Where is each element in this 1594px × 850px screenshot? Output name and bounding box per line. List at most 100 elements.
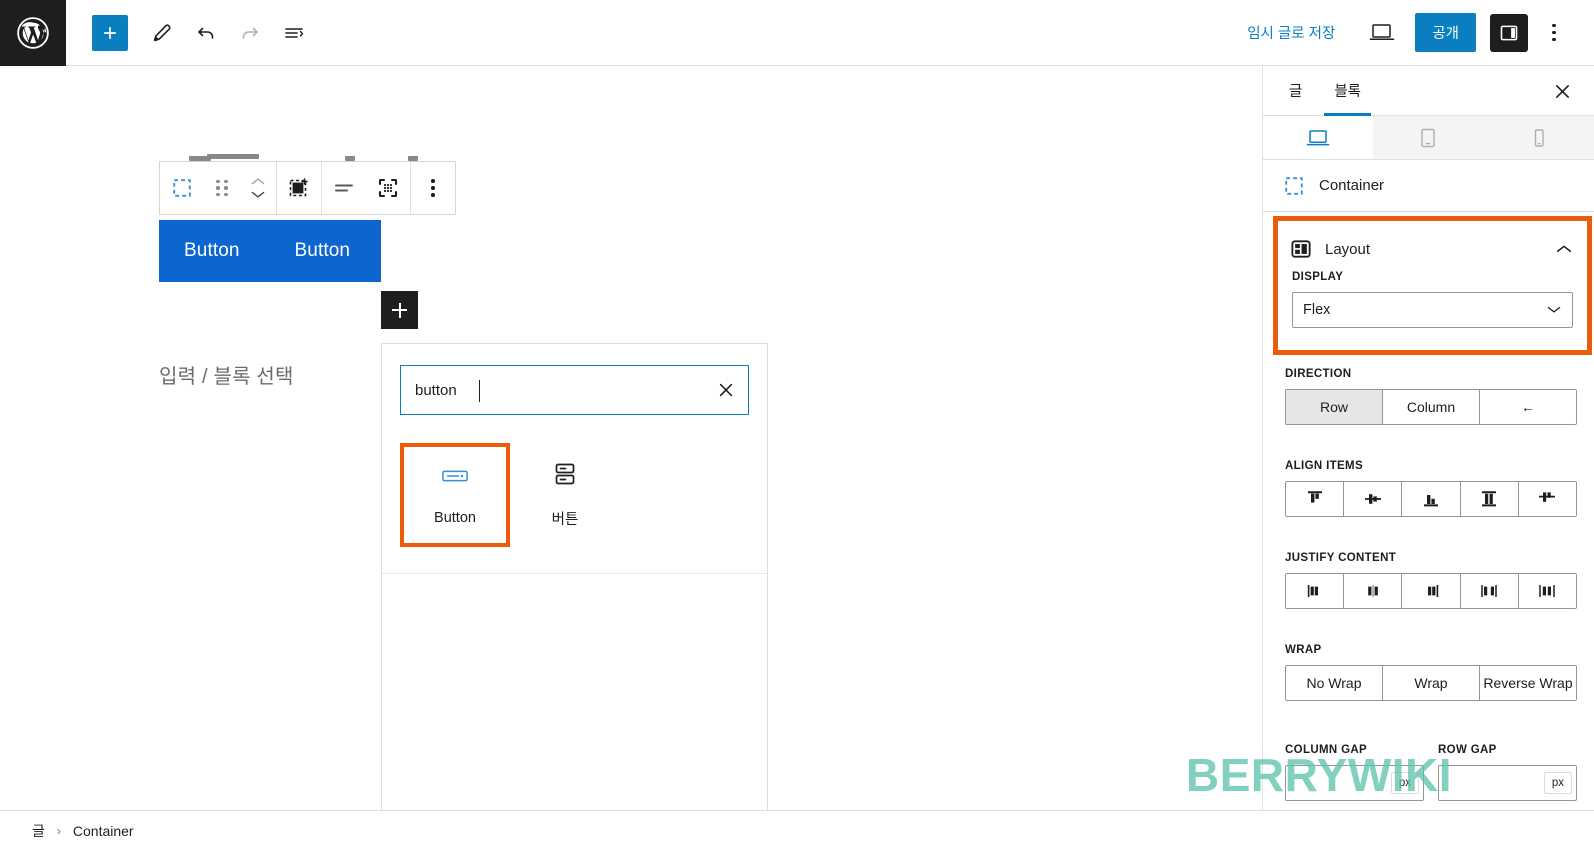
settings-sidebar: 글 블록 Container Layout DISPLAY Flex DIREC… — [1262, 66, 1594, 810]
vertical-dots-icon — [1552, 23, 1556, 42]
mobile-icon — [1534, 128, 1544, 147]
inserter-result-buttons[interactable]: 버튼 — [510, 443, 620, 547]
sidebar-tabs: 글 블록 — [1263, 66, 1594, 116]
vertical-dots-icon — [431, 179, 435, 197]
wrap-option-reverse-wrap[interactable]: Reverse Wrap — [1480, 666, 1576, 700]
desktop-icon — [1306, 129, 1330, 145]
justify-content-segmented-control[interactable] — [1285, 573, 1577, 609]
breadcrumb-item-post[interactable]: 글 — [26, 817, 51, 845]
laptop-preview-icon[interactable] — [1359, 13, 1405, 53]
align-baseline-option[interactable] — [1518, 482, 1576, 516]
dotted-spacing-icon[interactable] — [366, 162, 410, 214]
close-x-icon — [1555, 84, 1569, 98]
block-toolbar-group-1 — [160, 162, 277, 214]
device-tab-desktop[interactable] — [1263, 116, 1374, 159]
save-draft-button[interactable]: 임시 글로 저장 — [1237, 16, 1345, 49]
drag-dots-icon — [216, 179, 228, 197]
justify-flex-start-option[interactable] — [1286, 574, 1345, 608]
block-appender-button[interactable] — [381, 291, 418, 329]
direction-option-row[interactable]: Row — [1286, 390, 1383, 424]
breadcrumb-item-container[interactable]: Container — [67, 819, 140, 843]
move-block-arrows[interactable] — [240, 162, 276, 214]
editor-canvas[interactable]: Button Button 입력 / 블록 선택 button Button 버… — [0, 66, 1262, 810]
paragraph-placeholder[interactable]: 입력 / 블록 선택 — [159, 360, 294, 389]
device-tab-tablet[interactable] — [1373, 116, 1484, 159]
column-gap-control: COLUMN GAP px — [1285, 744, 1424, 801]
justify-flex-end-option[interactable] — [1402, 574, 1461, 608]
button-block-1-label[interactable]: Button — [184, 240, 240, 262]
align-flex-end-option[interactable] — [1402, 482, 1461, 516]
direction-option-column[interactable]: Column — [1383, 390, 1480, 424]
justify-content-label: JUSTIFY CONTENT — [1285, 552, 1397, 564]
tab-post[interactable]: 글 — [1273, 66, 1318, 115]
column-gap-unit[interactable]: px — [1390, 772, 1419, 794]
direction-option-reverse[interactable]: ← — [1480, 390, 1576, 424]
close-sidebar-button[interactable] — [1544, 66, 1580, 116]
inserter-empty-area — [382, 574, 767, 810]
chevron-down-icon — [1546, 304, 1562, 315]
align-items-section: ALIGN ITEMS — [1285, 460, 1577, 517]
edit-tool-button[interactable] — [140, 11, 184, 55]
redo-button[interactable] — [228, 11, 272, 55]
undo-button[interactable] — [184, 11, 228, 55]
dashed-square-icon — [1283, 175, 1305, 197]
wrap-option-no-wrap[interactable]: No Wrap — [1286, 666, 1383, 700]
layout-panel-header[interactable]: Layout — [1278, 227, 1587, 271]
justify-center-option[interactable] — [1344, 574, 1403, 608]
top-bar-left-tools — [66, 11, 316, 55]
add-block-button[interactable] — [92, 14, 128, 51]
toolbar-pin — [207, 154, 259, 159]
display-select-value: Flex — [1303, 302, 1331, 318]
direction-segmented-control[interactable]: Row Column ← — [1285, 389, 1577, 425]
more-options-button[interactable] — [1536, 13, 1572, 53]
flex-container-block[interactable]: Button Button — [159, 220, 381, 282]
row-gap-unit[interactable]: px — [1543, 772, 1572, 794]
publish-button[interactable]: 공개 — [1415, 13, 1476, 52]
inserter-result-button[interactable]: Button — [400, 443, 510, 547]
tablet-icon — [1421, 128, 1436, 147]
block-toolbar-group-3 — [322, 162, 411, 214]
align-items-segmented-control[interactable] — [1285, 481, 1577, 517]
block-toolbar-group-4 — [411, 162, 455, 214]
tab-block[interactable]: 블록 — [1318, 66, 1377, 116]
inserter-result-label: 버튼 — [551, 511, 579, 528]
inserter-search-box[interactable] — [400, 365, 749, 415]
device-preview-tabs — [1263, 116, 1594, 160]
device-tab-mobile[interactable] — [1483, 116, 1594, 159]
block-toolbar[interactable] — [159, 161, 456, 215]
align-flex-start-option[interactable] — [1286, 482, 1345, 516]
align-center-option[interactable] — [1344, 482, 1403, 516]
column-gap-field[interactable]: px — [1285, 765, 1424, 801]
block-toolbar-group-2 — [277, 162, 322, 214]
wrap-section: WRAP No Wrap Wrap Reverse Wrap — [1285, 644, 1577, 701]
button-block-2-label[interactable]: Button — [295, 240, 351, 262]
breadcrumb-separator: › — [56, 823, 61, 838]
align-stretch-option[interactable] — [1460, 482, 1519, 516]
justify-space-between-option[interactable] — [1460, 574, 1519, 608]
block-options-button[interactable] — [411, 162, 455, 214]
justify-space-around-option[interactable] — [1518, 574, 1576, 608]
list-view-button[interactable] — [272, 11, 316, 55]
display-label: DISPLAY — [1292, 271, 1344, 283]
align-lines-icon[interactable] — [322, 162, 366, 214]
drag-handle-icon[interactable] — [204, 162, 240, 214]
search-input[interactable] — [401, 366, 704, 414]
wordpress-logo-icon[interactable] — [0, 0, 66, 66]
settings-sidebar-toggle[interactable] — [1490, 13, 1528, 52]
block-type-container-icon[interactable] — [160, 162, 204, 214]
chevron-up-icon — [251, 178, 265, 185]
row-gap-control: ROW GAP px — [1438, 744, 1577, 801]
button-block-icon — [442, 464, 468, 488]
row-gap-label: ROW GAP — [1438, 744, 1497, 756]
display-select[interactable]: Flex — [1292, 292, 1573, 328]
wrap-segmented-control[interactable]: No Wrap Wrap Reverse Wrap — [1285, 665, 1577, 701]
chevron-up-icon[interactable] — [1553, 238, 1575, 260]
justify-content-section: JUSTIFY CONTENT — [1285, 552, 1577, 609]
direction-section: DIRECTION Row Column ← — [1285, 368, 1577, 425]
add-inner-block-icon[interactable] — [277, 162, 321, 214]
block-inserter-popover[interactable]: Button 버튼 — [381, 343, 768, 810]
wrap-option-wrap[interactable]: Wrap — [1383, 666, 1480, 700]
clear-search-button[interactable] — [704, 366, 748, 414]
row-gap-field[interactable]: px — [1438, 765, 1577, 801]
inserter-result-label: Button — [434, 510, 476, 526]
